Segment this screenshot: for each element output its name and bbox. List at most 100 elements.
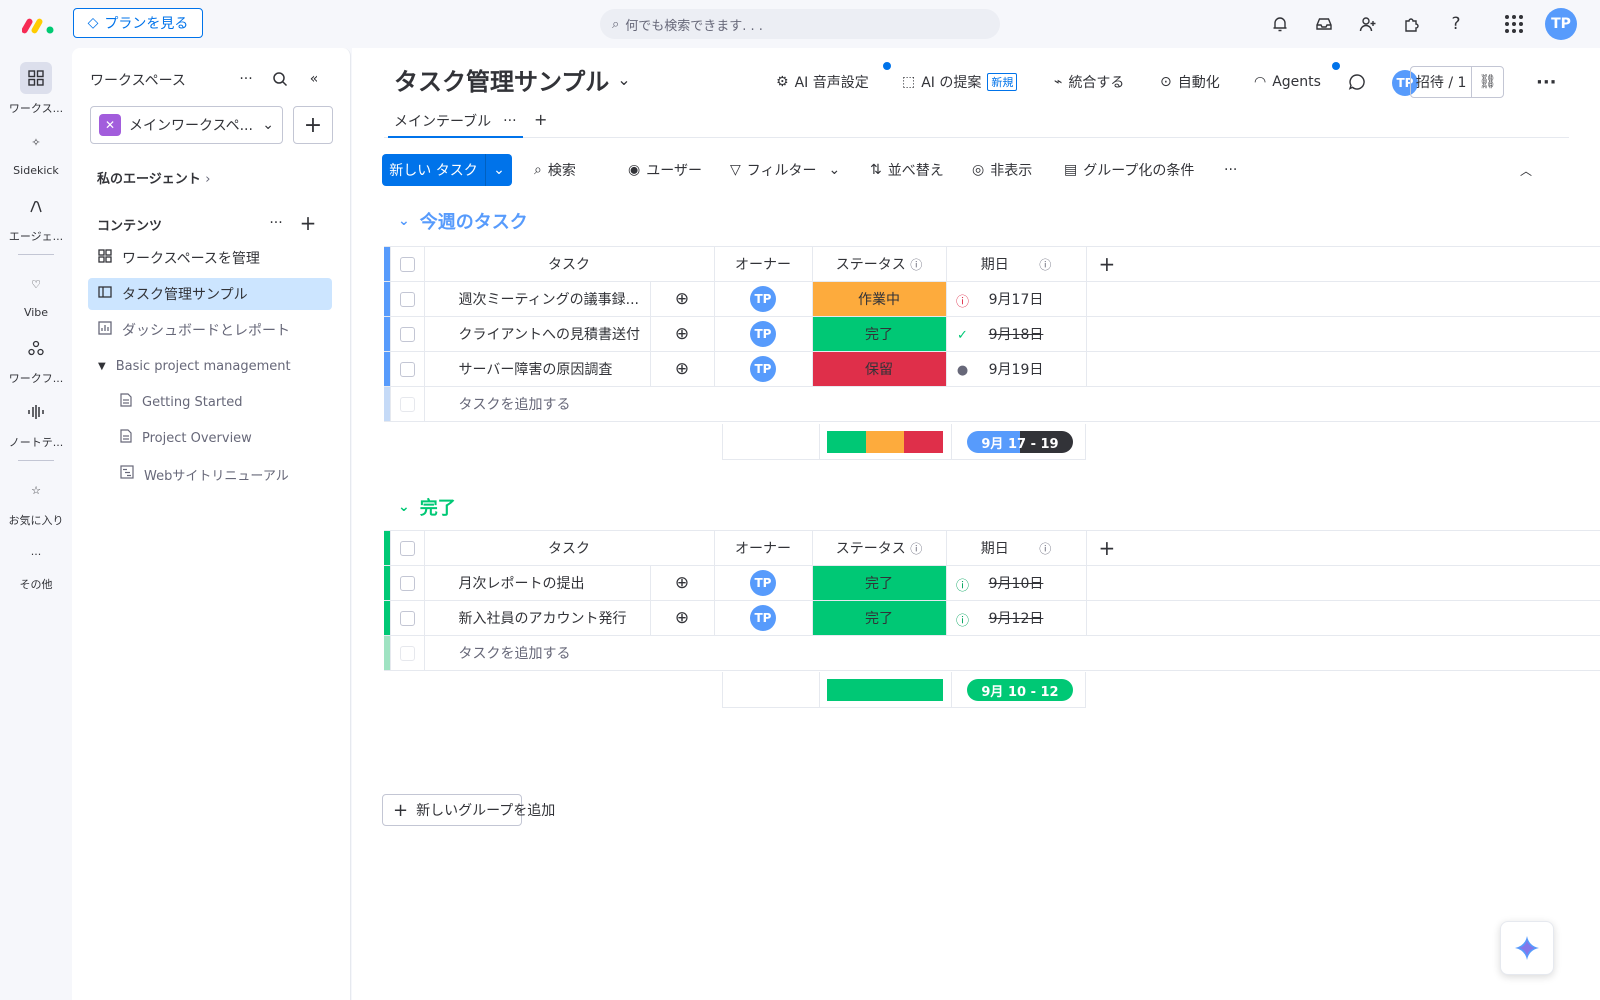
nav-getting-started[interactable]: Getting Started — [110, 386, 332, 418]
rail-sidekick[interactable]: ✧ Sidekick — [0, 126, 72, 178]
row-checkbox[interactable] — [399, 610, 415, 626]
ai-voice-settings-button[interactable]: ⚙ AI 音声設定 — [776, 70, 869, 94]
toolbar-user-button[interactable]: ◉ ユーザー — [628, 154, 702, 186]
nav-manage-workspace[interactable]: ワークスペースを管理 — [88, 242, 332, 274]
toolbar-filter-button[interactable]: ▽ フィルター ⌄ — [730, 154, 840, 186]
help-icon[interactable]: ? — [1444, 12, 1468, 36]
apps-puzzle-icon[interactable] — [1400, 12, 1424, 36]
status-cell[interactable]: 完了 — [812, 565, 947, 601]
see-plans-button[interactable]: ◇ プランを見る — [73, 8, 203, 38]
column-header-status[interactable]: ステータス ⓘ — [812, 530, 947, 566]
column-header-status[interactable]: ステータス ⓘ — [812, 246, 947, 282]
row-checkbox[interactable] — [399, 326, 415, 342]
rail-agents[interactable]: エージェ... — [0, 190, 72, 244]
row-checkbox[interactable] — [399, 361, 415, 377]
global-search-input[interactable]: ⌕ 何でも検索できます. . . — [600, 9, 1000, 39]
task-name[interactable]: クライアントへの見積書送付 — [424, 316, 651, 352]
table-row[interactable]: 新入社員のアカウント発行 ⊕ TP 完了 ⓘ 9月12日 — [384, 600, 1600, 636]
ai-suggest-button[interactable]: ⬚ AI の提案 新規 — [902, 70, 1018, 94]
group-header[interactable]: ⌄ 完了 — [398, 494, 456, 520]
add-new-group-button[interactable]: + 新しいグループを追加 — [382, 794, 555, 826]
add-update-icon[interactable]: ⊕ — [675, 359, 689, 379]
add-icon[interactable]: + — [296, 211, 320, 235]
more-dots-icon[interactable]: ··· — [234, 67, 258, 91]
add-update-icon[interactable]: ⊕ — [675, 573, 689, 593]
nav-dashboards[interactable]: ダッシュボードとレポート — [88, 314, 332, 346]
status-summary-bar[interactable] — [827, 679, 943, 701]
nav-project-overview[interactable]: Project Overview — [110, 422, 332, 454]
table-row[interactable]: 月次レポートの提出 ⊕ TP 完了 ⓘ 9月10日 — [384, 565, 1600, 601]
collapse-toolbar-icon[interactable]: ︿ — [1520, 154, 1532, 186]
date-cell[interactable]: ⓘ 9月17日 — [946, 281, 1087, 317]
nav-task-board[interactable]: タスク管理サンプル — [88, 278, 332, 310]
rail-notetaker[interactable]: ノートテ... — [0, 396, 72, 450]
table-row[interactable]: サーバー障害の原因調査 ⊕ TP 保留 ● 9月19日 — [384, 351, 1600, 387]
select-all-checkbox[interactable] — [399, 540, 415, 556]
add-workspace-item-button[interactable]: + — [293, 106, 333, 144]
add-update-icon[interactable]: ⊕ — [675, 324, 689, 344]
search-icon[interactable] — [268, 67, 292, 91]
rail-vibe[interactable]: ♡ Vibe — [0, 268, 72, 320]
more-dots-icon[interactable]: ··· — [264, 211, 288, 235]
automate-button[interactable]: ⊙ 自動化 — [1160, 70, 1220, 94]
nav-folder-basic-pm[interactable]: ▼ Basic project management — [88, 350, 332, 382]
status-cell[interactable]: 保留 — [812, 351, 947, 387]
chevron-down-icon[interactable]: ⌄ — [829, 162, 841, 178]
app-grid-icon[interactable] — [1502, 12, 1526, 36]
invite-button[interactable]: 招待 / 1 ⛓ — [1410, 66, 1504, 98]
select-all-checkbox[interactable] — [399, 256, 415, 272]
add-task-row[interactable]: タスクを追加する — [384, 635, 1600, 671]
rail-more[interactable]: ··· その他 — [0, 538, 72, 592]
tab-main-table[interactable]: メインテーブル ··· — [388, 106, 523, 138]
nav-website-renewal[interactable]: Webサイトリニューアル — [110, 458, 332, 490]
workspace-select[interactable]: ✕ メインワークスペ... ⌄ — [90, 106, 283, 144]
date-cell[interactable]: ● 9月19日 — [946, 351, 1087, 387]
column-header-task[interactable]: タスク — [424, 530, 715, 566]
column-header-date[interactable]: 期日 ⓘ — [946, 530, 1087, 566]
date-cell[interactable]: ⓘ 9月10日 — [946, 565, 1087, 601]
status-cell[interactable]: 完了 — [812, 600, 947, 636]
more-dots-icon[interactable]: ··· — [1536, 70, 1557, 94]
rail-favorites[interactable]: ☆ お気に入り — [0, 474, 72, 528]
more-dots-icon[interactable]: ··· — [1224, 154, 1237, 186]
date-cell[interactable]: ⓘ 9月12日 — [946, 600, 1087, 636]
add-column-icon[interactable]: + — [1099, 252, 1116, 276]
row-checkbox[interactable] — [399, 291, 415, 307]
task-name[interactable]: サーバー障害の原因調査 — [424, 351, 651, 387]
add-update-icon[interactable]: ⊕ — [675, 289, 689, 309]
column-header-owner[interactable]: オーナー — [714, 246, 813, 282]
invite-user-icon[interactable] — [1356, 12, 1380, 36]
row-checkbox[interactable] — [399, 575, 415, 591]
status-summary-bar[interactable] — [827, 431, 944, 453]
status-cell[interactable]: 作業中 — [812, 281, 947, 317]
date-range-pill[interactable]: 9月 10 - 12 — [967, 679, 1073, 701]
rail-workspaces[interactable]: ワークス... — [0, 62, 72, 116]
add-task-input[interactable]: タスクを追加する — [424, 635, 1600, 671]
toolbar-hide-button[interactable]: ◎ 非表示 — [972, 154, 1032, 186]
task-name[interactable]: 週次ミーティングの議事録... — [424, 281, 651, 317]
link-icon[interactable]: ⛓ — [1472, 67, 1503, 97]
user-avatar[interactable]: TP — [1545, 8, 1577, 40]
ai-sidekick-fab[interactable] — [1500, 921, 1554, 975]
board-title[interactable]: タスク管理サンプル ⌄ — [394, 62, 631, 97]
more-dots-icon[interactable]: ··· — [503, 113, 516, 129]
new-task-button[interactable]: 新しい タスク ⌄ — [382, 154, 512, 186]
integrate-button[interactable]: ⌁ 統合する — [1054, 70, 1124, 94]
task-name[interactable]: 月次レポートの提出 — [424, 565, 651, 601]
task-name[interactable]: 新入社員のアカウント発行 — [424, 600, 651, 636]
add-task-row[interactable]: タスクを追加する — [384, 386, 1600, 422]
table-row[interactable]: クライアントへの見積書送付 ⊕ TP 完了 ✓ 9月18日 — [384, 316, 1600, 352]
chevron-down-icon[interactable]: ⌄ — [398, 213, 410, 229]
owner-avatar[interactable]: TP — [750, 570, 776, 596]
add-view-icon[interactable]: + — [534, 110, 547, 129]
group-header[interactable]: ⌄ 今週のタスク — [398, 208, 528, 234]
date-range-pill[interactable]: 9月 17 - 19 — [967, 431, 1073, 453]
monday-logo-icon[interactable] — [21, 12, 56, 36]
toolbar-group-by-button[interactable]: ▤ グループ化の条件 — [1064, 154, 1194, 186]
rail-workflows[interactable]: ワークフ... — [0, 332, 72, 386]
owner-avatar[interactable]: TP — [750, 321, 776, 347]
column-header-owner[interactable]: オーナー — [714, 530, 813, 566]
owner-avatar[interactable]: TP — [750, 286, 776, 312]
column-header-task[interactable]: タスク — [424, 246, 715, 282]
table-row[interactable]: 週次ミーティングの議事録... ⊕ TP 作業中 ⓘ 9月17日 — [384, 281, 1600, 317]
